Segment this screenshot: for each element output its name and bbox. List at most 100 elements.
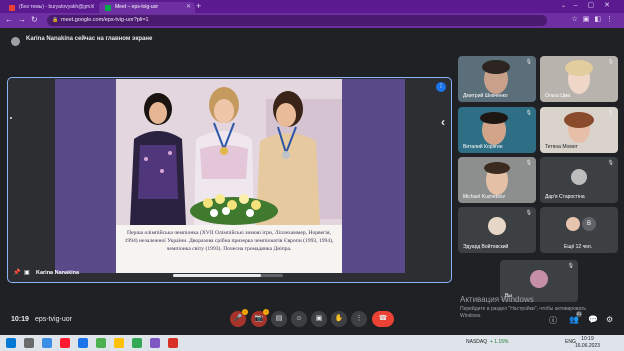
app-icon[interactable] [150,338,160,348]
caption-text: Перша олімпійська чемпіонка (XVII Олімпі… [124,230,334,253]
chevron-down-icon[interactable]: ⌄ [561,2,566,9]
participant-name: Дмитрий Шевченко [463,93,508,99]
activation-watermark: Активация Windows [460,295,534,304]
skaters-photo [116,79,342,225]
avatar [11,37,20,46]
activities-icon[interactable]: ⚙ [606,315,613,324]
cursor-dot [10,117,12,119]
address-bar[interactable]: 🔒 meet.google.com/eps-tvig-uor?pli=1 [47,15,547,26]
more-participants-tile[interactable]: B Ещё 12 чел. [540,207,618,253]
captions-button[interactable]: ▤ [271,311,287,327]
lock-icon[interactable]: 🔒 [52,15,58,26]
raise-hand-button[interactable]: ✋ [331,311,347,327]
slide-progress-fill [173,274,261,277]
mic-off-icon: 🎙 [525,160,532,166]
participant-name: Эдуард Войтовский [463,244,509,250]
search-icon[interactable] [24,338,34,348]
clock-date: 16.06.2023 [574,343,600,349]
participant-tile[interactable]: 🎙 Тетяна Момот [540,107,618,153]
file-explorer-icon[interactable] [114,338,124,348]
participant-hair [484,162,510,174]
participant-tile[interactable]: 🎙 Michael Kuznetsov [458,157,536,203]
stock-ticker[interactable]: NASDAQ [466,339,487,345]
participant-tile[interactable]: 🎙 Дар'я Старостіна [540,157,618,203]
app-icon[interactable] [168,338,178,348]
speaking-indicator-icon: ⁞ [436,82,446,92]
gmail-icon [9,5,15,11]
edge-icon[interactable] [42,338,52,348]
mic-button[interactable]: 🎤! [230,309,248,327]
windows-start-icon[interactable] [6,338,16,348]
tab-title: Meet – eps-tvig-uor [115,4,159,10]
browser-toolbar: ← → ↻ 🔒 meet.google.com/eps-tvig-uor?pli… [0,13,624,28]
presenting-banner: Karina Nanakina сейчас на главном экране [26,36,153,42]
participant-hair [482,60,510,74]
tab-title: (Без темы) - buryatovyakh@gm... [19,4,95,10]
avatar [571,169,587,185]
participant-name: Дар'я Старостіна [545,194,585,200]
leave-call-button[interactable]: ☎ [372,311,394,327]
emoji-button[interactable]: ☺ [291,311,307,327]
chrome-icon[interactable] [96,338,106,348]
browser-tab-strip: (Без темы) - buryatovyakh@gm... ✕ Meet –… [0,0,624,13]
warning-badge: ! [263,309,269,315]
avatar [566,217,580,231]
chat-icon[interactable]: 💬 [588,315,598,324]
slide-photo [116,79,342,225]
window-controls[interactable]: –▢✕ [574,1,620,9]
chrome-icon[interactable] [132,338,142,348]
tab-gmail[interactable]: (Без темы) - buryatovyakh@gm... ✕ [3,2,99,13]
more-options-button[interactable]: ⋮ [351,311,367,327]
people-icon[interactable]: 👥 21 [569,311,582,324]
tab-meet[interactable]: Meet – eps-tvig-uor ✕ [99,2,195,13]
participant-tile[interactable]: 🎙 Ольга Цма [540,56,618,102]
avatar [530,270,548,288]
participant-name: Michael Kuznetsov [463,194,505,200]
presenter-name: Karina Nanakina [36,270,80,276]
avatar: B [582,217,596,231]
mic-off-icon: 🎙 [607,160,614,166]
taskbar: NASDAQ + 1.15% ENG 10:19 16.06.2023 [0,335,624,351]
url-text: meet.google.com/eps-tvig-uor?pli=1 [61,17,149,23]
mic-off-icon: 🎙 [607,110,614,116]
warning-badge: ! [242,309,248,315]
camera-button[interactable]: 📷! [251,309,269,327]
reload-icon[interactable]: ↻ [31,15,38,24]
mic-off-icon: 🎙 [525,59,532,65]
info-icon[interactable]: ⓘ [549,315,557,326]
meet-icon [105,5,111,11]
close-icon[interactable]: ✕ [186,2,191,13]
presentation-slide: Перша олімпійська чемпіонка (XVII Олімпі… [55,79,405,273]
opera-icon[interactable] [60,338,70,348]
participant-name: Виталий Корягин [463,144,503,150]
browser-action-icons[interactable]: ☆▣◧⋮ [571,15,618,23]
slide-progress [173,274,283,277]
new-tab-icon[interactable]: + [196,1,201,11]
mic-off-icon: 🎙 [607,59,614,65]
people-count: 21 [575,311,582,317]
meeting-time: 10:19 [11,316,29,323]
mic-off-icon: 🎙 [567,263,574,269]
participant-name: Тетяна Момот [545,144,578,150]
back-icon[interactable]: ← [5,15,13,24]
participant-hair [480,112,508,124]
participant-tile[interactable]: 🎙 Виталий Корягин [458,107,536,153]
main-stage[interactable]: Перша олімпійська чемпіонка (XVII Олімпі… [7,77,452,283]
present-icon: ▣ [24,270,30,276]
forward-icon[interactable]: → [18,15,26,24]
participant-tile[interactable]: 🎙 Дмитрий Шевченко [458,56,536,102]
participant-hair [565,60,593,76]
clock-time: 10:19 [581,336,594,342]
participant-hair [564,112,594,128]
telegram-icon[interactable] [78,338,88,348]
present-button[interactable]: ▣ [311,311,327,327]
close-icon[interactable]: ✕ [90,2,95,13]
avatar [488,217,506,235]
mic-off-icon: 🎙 [525,210,532,216]
chevron-left-icon[interactable]: ‹ [441,115,445,129]
more-participants-label: Ещё 12 чел. [564,244,593,250]
participant-tile[interactable]: 🎙 Эдуард Войтовский [458,207,536,253]
pin-icon[interactable]: 📌 [13,269,20,276]
participant-name: Ольга Цма [545,93,571,99]
taskbar-clock[interactable]: 10:19 16.06.2023 [575,336,600,350]
